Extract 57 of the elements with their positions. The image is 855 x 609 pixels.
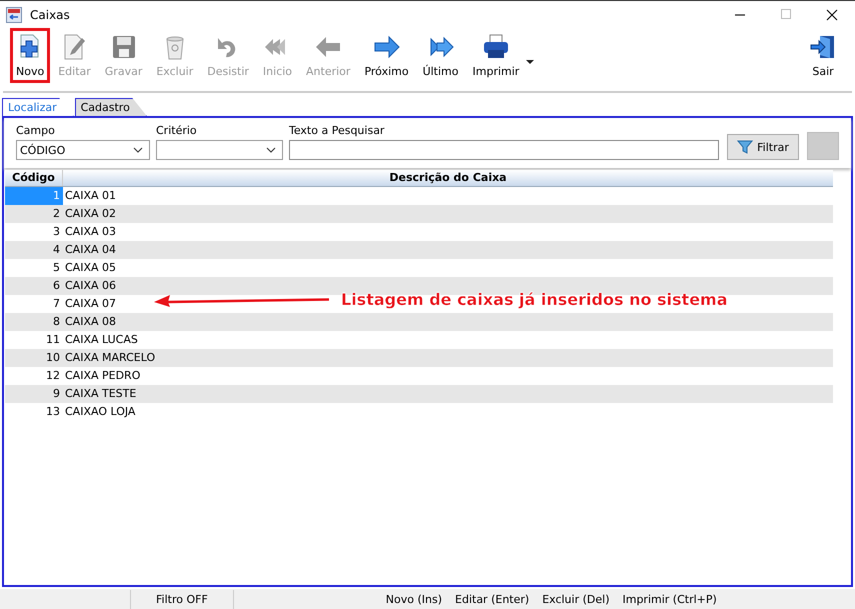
table-cell-text: CAIXA 03	[64, 224, 116, 240]
dropdown-arrow-icon[interactable]	[526, 60, 534, 64]
toolbar-button[interactable]: Próximo	[361, 31, 412, 80]
table-cell: 1	[5, 187, 63, 205]
status-text: Imprimir (Ctrl+P)	[622, 592, 717, 606]
status-text: Editar (Enter)	[455, 592, 530, 606]
table-cell-text: 12	[45, 368, 61, 384]
table-cell-text: 3	[52, 224, 61, 240]
funnel-icon	[737, 139, 754, 155]
column-header[interactable]: Descrição do Caixa	[63, 170, 833, 186]
field-dropdown[interactable]: CÓDIGO	[16, 140, 150, 160]
toolbar-button[interactable]: Sair	[806, 31, 840, 80]
toolbar-button[interactable]: Imprimir	[470, 31, 522, 80]
printer-icon	[482, 33, 510, 61]
table-cell-text: CAIXA TESTE	[64, 386, 136, 402]
toolbar-button[interactable]: Último	[420, 31, 462, 80]
table-cell-text: 5	[52, 260, 61, 276]
table-cell-text: CAIXAO LOJA	[64, 404, 136, 420]
column-header[interactable]: Código	[5, 170, 63, 186]
tab[interactable]: Localizar	[2, 98, 74, 116]
chevron-down-icon	[266, 147, 276, 153]
filter-button[interactable]: Filtrar	[727, 134, 799, 160]
criteria-label: Critério	[156, 124, 198, 137]
search-field[interactable]	[289, 140, 719, 160]
status-text: Filtro OFF	[130, 590, 234, 608]
search-label: Texto a Pesquisar	[289, 124, 386, 137]
field-label: Campo	[16, 124, 56, 137]
criteria-dropdown[interactable]	[156, 140, 283, 160]
annotation-text: Listagem de caixas já inseridos no sistema	[341, 290, 728, 309]
table-cell-text: CAIXA 08	[64, 314, 116, 330]
table-cell-text: CAIXA 01	[64, 188, 116, 204]
table-cell-text: 4	[52, 242, 61, 258]
table-cell-text: 10	[45, 350, 61, 366]
status-text: Excluir (Del)	[542, 592, 610, 606]
app-icon	[6, 6, 22, 22]
table-cell-text: 13	[45, 404, 61, 420]
table-cell-text: CAIXA 07	[64, 296, 116, 312]
table-cell-text: CAIXA PEDRO	[64, 368, 140, 384]
table-cell-text: CAIXA 02	[64, 206, 116, 222]
right-arrow-icon	[372, 33, 401, 61]
tab[interactable]: Cadastro	[74, 98, 147, 116]
chevron-down-icon	[133, 147, 143, 153]
table-cell-text: 2	[52, 206, 61, 222]
table-cell-text: 11	[45, 332, 61, 348]
table-cell-text: 7	[52, 296, 61, 312]
table-cell-text: 8	[52, 314, 61, 330]
table-cell-text: CAIXA 06	[64, 278, 116, 294]
status-text: Novo (Ins)	[386, 592, 442, 606]
window-title: Caixas	[30, 8, 70, 22]
table-cell-text: 9	[52, 386, 61, 402]
table-cell-text: CAIXA 04	[64, 242, 116, 258]
exit-door-icon	[809, 33, 837, 61]
table-cell-text: CAIXA LUCAS	[64, 332, 138, 348]
table-cell-text: CAIXA MARCELO	[64, 350, 156, 366]
table-cell-text: 6	[52, 278, 61, 294]
table-cell-text: CAIXA 05	[64, 260, 116, 276]
toolbar-button[interactable]: Novo	[13, 31, 48, 80]
